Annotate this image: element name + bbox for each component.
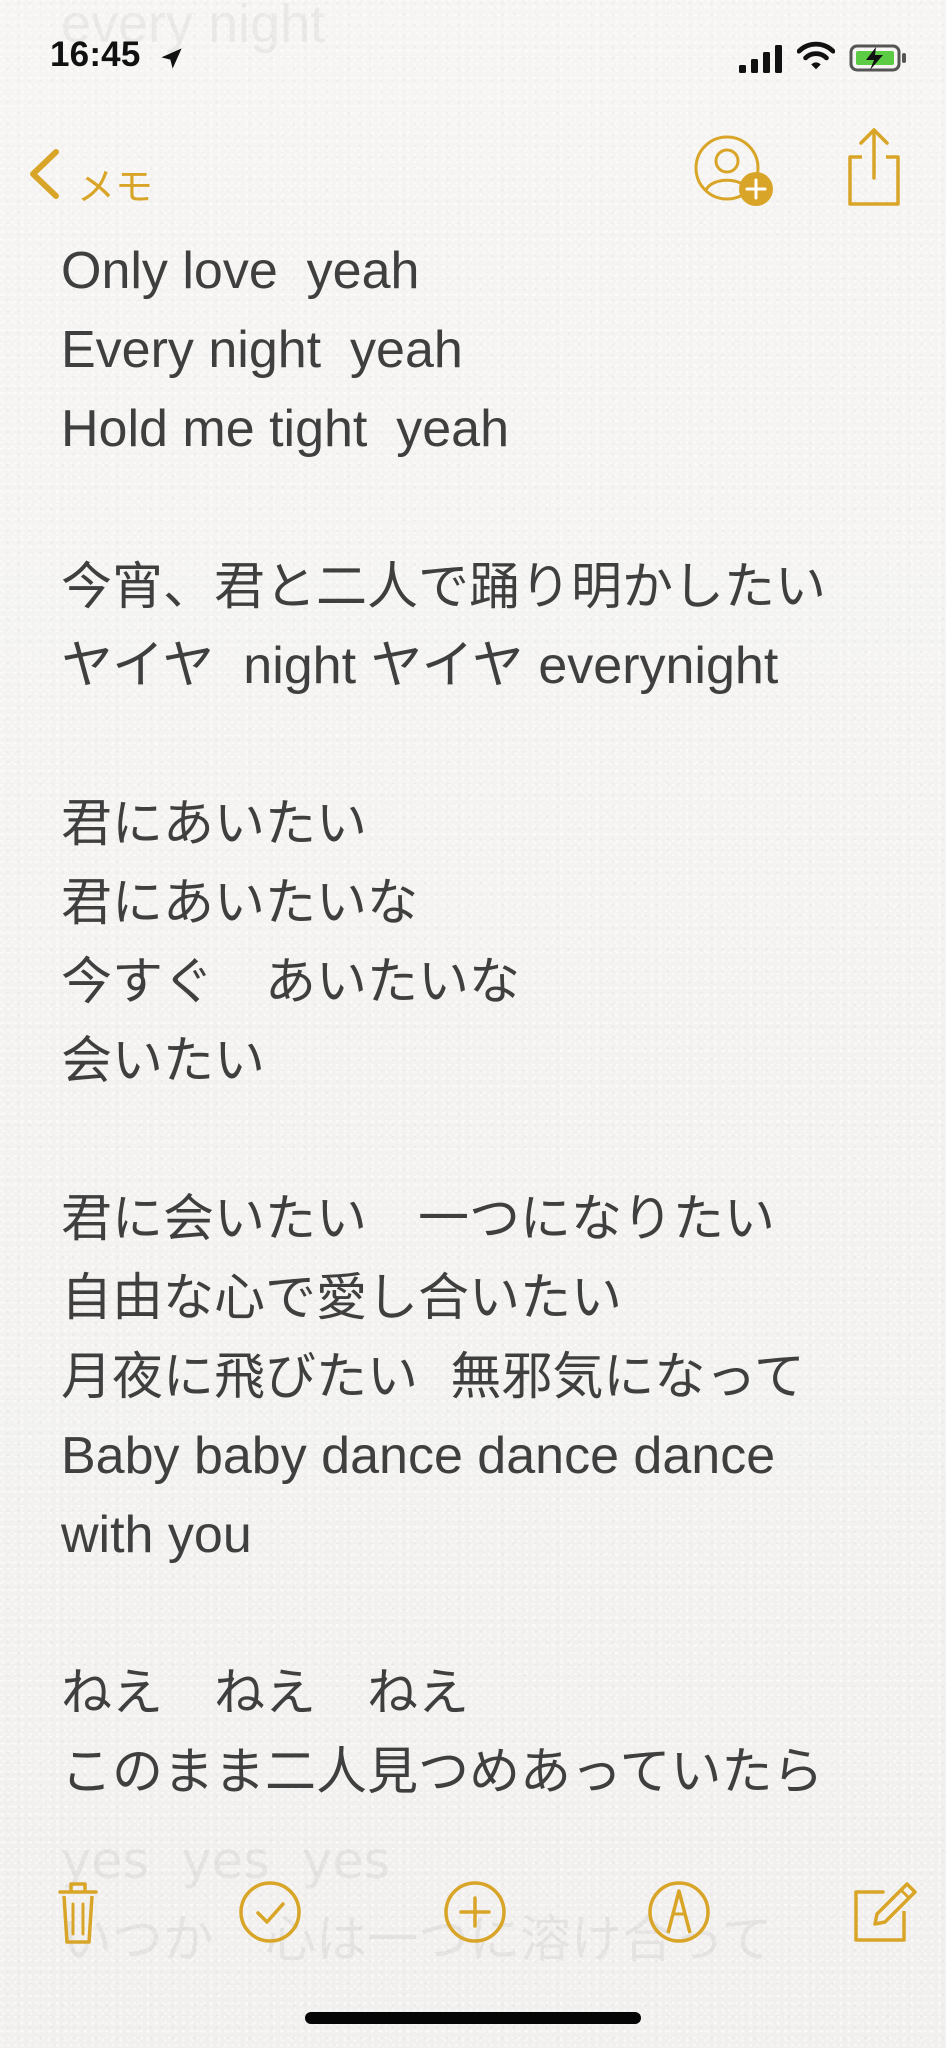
note-line: 自由な心で愛し合いたい [61,1269,623,1328]
note-line: 君にあいたい [61,795,368,854]
checklist-icon[interactable] [234,1876,306,1948]
compose-icon[interactable] [846,1876,918,1948]
home-indicator[interactable] [305,2012,641,2024]
note-line: Only love yeah [61,242,420,300]
note-line: Baby baby dance dance dance [61,1427,776,1485]
location-arrow-icon [161,48,182,69]
share-icon[interactable] [845,126,903,214]
note-line: 今宵、君と二人で踊り明かしたい [61,558,827,617]
note-navigation-bar: メモ [0,120,946,225]
back-button-label: メモ [77,165,154,209]
back-to-notes-button[interactable]: メモ [25,138,175,209]
charging-battery-icon [849,44,906,72]
wifi-icon [797,41,835,70]
note-line: 君にあいたいな [61,874,419,933]
note-line: 月夜に飛びたい 無邪気になって [61,1348,805,1407]
markup-pen-icon[interactable] [643,1876,715,1948]
note-line: このまま二人見つめあっていたら [61,1743,824,1802]
add-icon[interactable] [439,1876,511,1948]
trash-icon[interactable] [42,1876,114,1948]
status-time: 16:45 [50,35,141,74]
note-line: Every night yeah [61,321,463,379]
note-line: 今すぐ あいたいな [61,953,521,1012]
note-line: ねえ ねえ ねえ [61,1664,470,1723]
chevron-left-icon [30,149,59,199]
add-person-icon[interactable] [690,132,778,214]
note-line: 君に会いたい 一つになりたい [61,1190,776,1249]
note-line: ヤイヤ night ヤイヤ everynight [61,637,779,695]
bottom-toolbar [0,1862,946,1972]
note-text-area[interactable]: Only love yeah Every night yeah Hold me … [61,232,911,1812]
note-line: 会いたい [61,1032,266,1091]
note-line: Hold me tight yeah [61,400,510,458]
cellular-signal-icon [739,45,782,73]
note-line: with you [61,1506,252,1564]
status-bar: 16:45 [0,0,946,120]
